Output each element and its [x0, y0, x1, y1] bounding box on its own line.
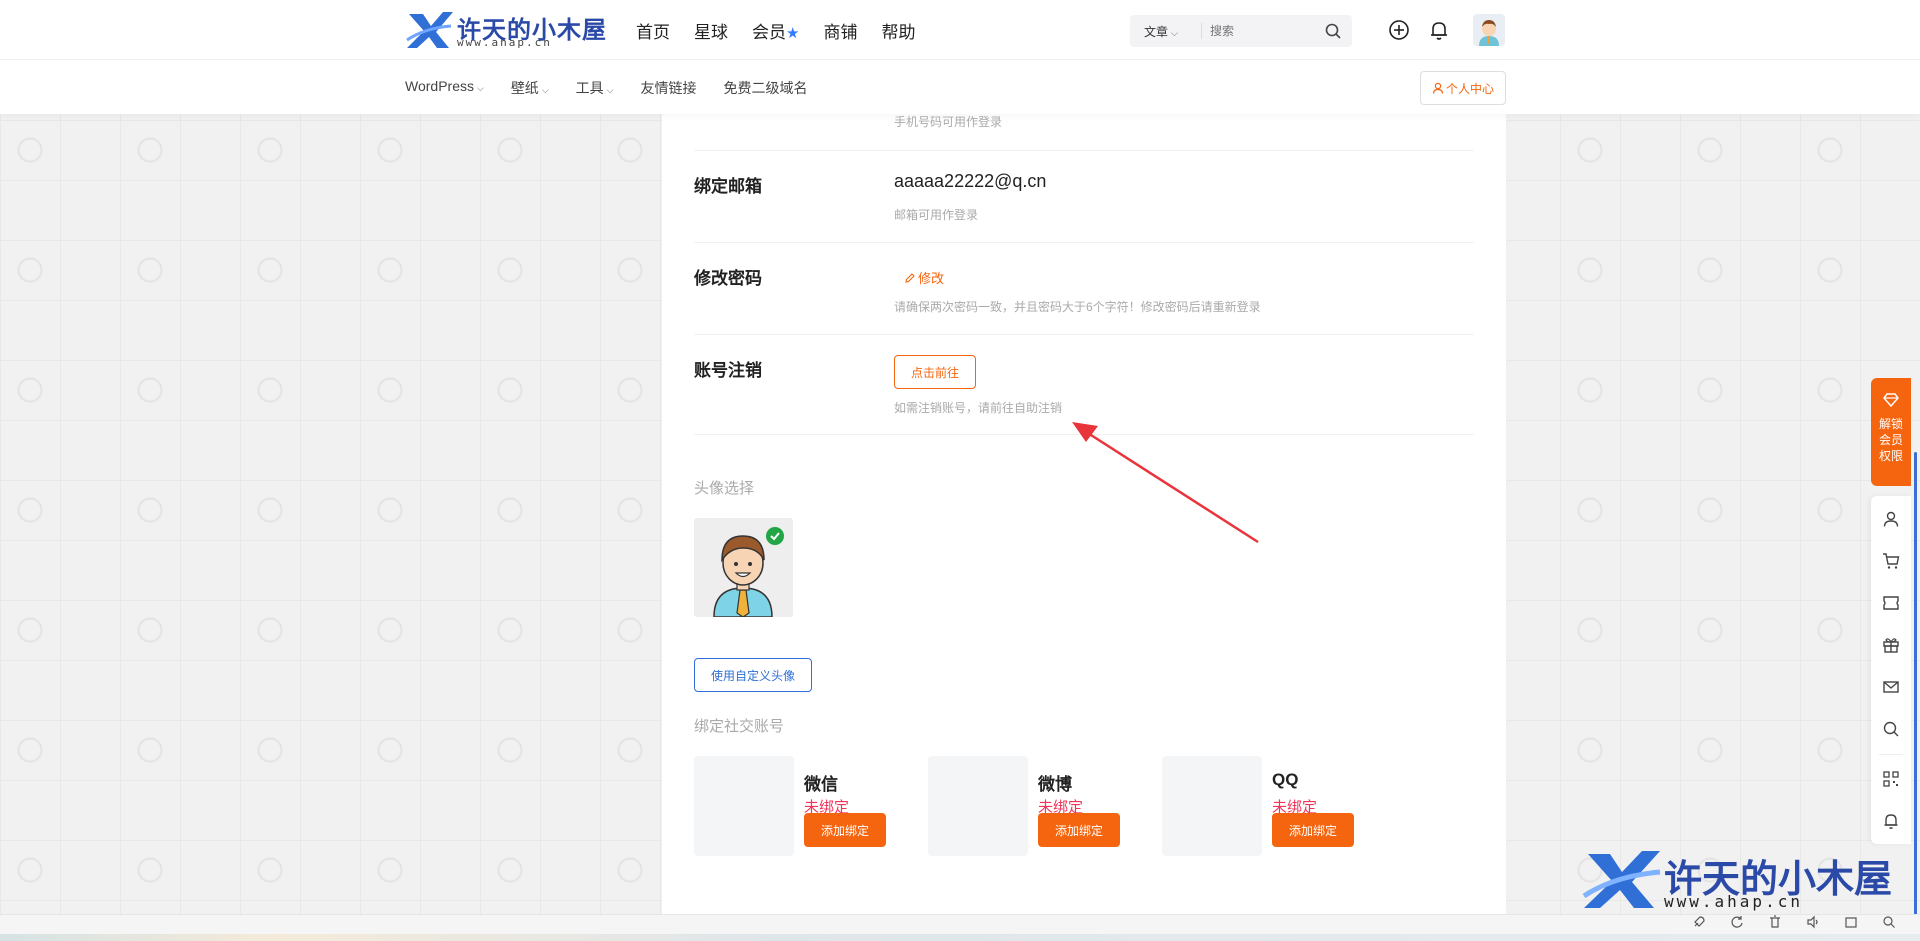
email-hint: 邮箱可用作登录 — [894, 208, 979, 222]
gift-icon[interactable] — [1882, 636, 1900, 654]
watermark-logo: 许天的小木屋 www.ahap.cn — [1580, 848, 1900, 914]
qq-logo-placeholder — [1162, 756, 1262, 856]
search-box: 文章 ⌵ — [1130, 15, 1352, 47]
nav-shop[interactable]: 商铺 — [823, 18, 857, 43]
subnav-wallpaper[interactable]: 壁纸 ⌵ — [511, 78, 549, 98]
selected-check-icon — [766, 527, 784, 545]
wechat-logo-placeholder — [694, 756, 794, 856]
chevron-down-icon: ⌵ — [1171, 28, 1178, 38]
chevron-down-icon: ⌵ — [541, 85, 549, 95]
window-icon[interactable] — [1844, 915, 1858, 929]
subnav-tools-label: 工具 — [575, 80, 604, 96]
add-circle-icon[interactable] — [1387, 18, 1411, 42]
account-cancel-hint: 如需注销账号，请前往自助注销 — [894, 401, 1063, 415]
watermark-x-icon — [1582, 851, 1661, 908]
nav-vip[interactable]: 会员★ — [752, 18, 799, 43]
subnav-wallpaper-label: 壁纸 — [510, 80, 539, 96]
search-icon[interactable] — [1882, 720, 1900, 738]
weibo-logo-placeholder — [928, 756, 1028, 856]
annotation-arrow-icon — [1072, 422, 1259, 544]
floating-sidebar — [1871, 496, 1911, 844]
refresh-icon[interactable] — [1730, 915, 1744, 929]
chevron-down-icon: ⌵ — [606, 85, 614, 95]
main-nav: 首页 星球 会员★ 商铺 帮助 — [636, 18, 939, 43]
weibo-bind-button[interactable]: 添加绑定 — [1038, 813, 1120, 847]
nav-home[interactable]: 首页 — [636, 18, 670, 43]
email-label: 绑定邮箱 — [694, 177, 762, 196]
divider — [694, 242, 1474, 243]
user-icon[interactable] — [1882, 510, 1900, 528]
chevron-down-icon: ⌵ — [476, 83, 484, 93]
social-weibo-card: 微博 未绑定 添加绑定 — [928, 756, 1158, 856]
search-icon[interactable] — [1324, 22, 1342, 40]
search-divider — [1201, 23, 1202, 39]
weibo-name: 微博 — [1038, 775, 1072, 794]
search-icon[interactable] — [1882, 915, 1896, 929]
trash-icon[interactable] — [1768, 915, 1782, 929]
avatar-section-title: 头像选择 — [694, 480, 755, 497]
subnav-wordpress-label: WordPress — [405, 78, 474, 94]
subnav-tools[interactable]: 工具 ⌵ — [576, 78, 614, 98]
qq-bind-button[interactable]: 添加绑定 — [1272, 813, 1354, 847]
account-cancel-button[interactable]: 点击前往 — [894, 355, 976, 389]
search-category-select[interactable]: 文章 ⌵ — [1144, 23, 1178, 40]
sub-nav: WordPress ⌵ 壁纸 ⌵ 工具 ⌵ 友情链接 免费二级域名 — [405, 78, 834, 98]
password-edit-label: 修改 — [918, 271, 945, 286]
sidebar-divider — [1879, 754, 1903, 755]
bell-icon[interactable] — [1882, 812, 1900, 830]
logo-subtitle: www.ahap.cn — [457, 36, 552, 49]
divider — [694, 334, 1474, 335]
qrcode-icon[interactable] — [1882, 770, 1900, 788]
subnav-friend-links[interactable]: 友情链接 — [640, 78, 696, 98]
search-input[interactable] — [1210, 21, 1310, 41]
account-cancel-label: 账号注销 — [694, 361, 762, 380]
social-section-title: 绑定社交账号 — [694, 718, 785, 735]
wechat-bind-button[interactable]: 添加绑定 — [804, 813, 886, 847]
wechat-name: 微信 — [804, 775, 838, 794]
logo-x-icon — [406, 12, 453, 48]
social-qq-card: QQ 未绑定 添加绑定 — [1162, 756, 1392, 856]
social-wechat-card: 微信 未绑定 添加绑定 — [694, 756, 924, 856]
site-logo[interactable]: 许天的小木屋 www.ahap.cn — [405, 10, 606, 50]
header-top-bar: 许天的小木屋 www.ahap.cn 首页 星球 会员★ 商铺 帮助 文章 ⌵ — [0, 0, 1920, 60]
taskbar-strip — [0, 934, 1920, 941]
rocket-icon[interactable] — [1692, 915, 1706, 929]
star-icon: ★ — [786, 25, 800, 42]
nav-vip-label: 会员 — [752, 23, 786, 42]
password-hint: 请确保两次密码一致，并且密码大于6个字符！修改密码后请重新登录 — [894, 300, 1261, 314]
pencil-icon — [905, 272, 915, 283]
site-header: 许天的小木屋 www.ahap.cn 首页 星球 会员★ 商铺 帮助 文章⌵ — [0, 0, 1920, 114]
email-value: aaaaa22222@q.cn — [894, 171, 1047, 191]
diamond-icon — [1883, 393, 1899, 408]
search-category-label: 文章 — [1144, 25, 1169, 39]
unlock-vip-tab[interactable]: 解锁会员权限 — [1871, 378, 1911, 486]
user-center-label: 个人中心 — [1445, 81, 1494, 96]
avatar-option-selected[interactable] — [694, 518, 793, 617]
page-scrollbar[interactable] — [1914, 452, 1917, 922]
ticket-icon[interactable] — [1882, 594, 1900, 612]
unlock-vip-label: 解锁会员权限 — [1879, 417, 1904, 463]
user-icon — [1432, 82, 1444, 94]
volume-icon[interactable] — [1806, 915, 1820, 929]
watermark-subtitle: www.ahap.cn — [1664, 892, 1803, 911]
subnav-wordpress[interactable]: WordPress ⌵ — [405, 78, 484, 98]
bell-icon[interactable] — [1427, 18, 1451, 42]
custom-avatar-button[interactable]: 使用自定义头像 — [694, 658, 812, 692]
qq-name: QQ — [1272, 770, 1299, 789]
mail-icon[interactable] — [1882, 678, 1900, 696]
user-avatar[interactable] — [1473, 14, 1505, 46]
password-label: 修改密码 — [694, 269, 762, 288]
password-edit-link[interactable]: 修改 — [904, 268, 944, 287]
subnav-free-domain[interactable]: 免费二级域名 — [723, 78, 807, 98]
user-center-button[interactable]: 个人中心 — [1420, 71, 1506, 105]
nav-help[interactable]: 帮助 — [881, 18, 915, 43]
nav-planet[interactable]: 星球 — [694, 18, 728, 43]
avatar-icon — [1473, 14, 1505, 46]
cart-icon[interactable] — [1882, 552, 1900, 570]
